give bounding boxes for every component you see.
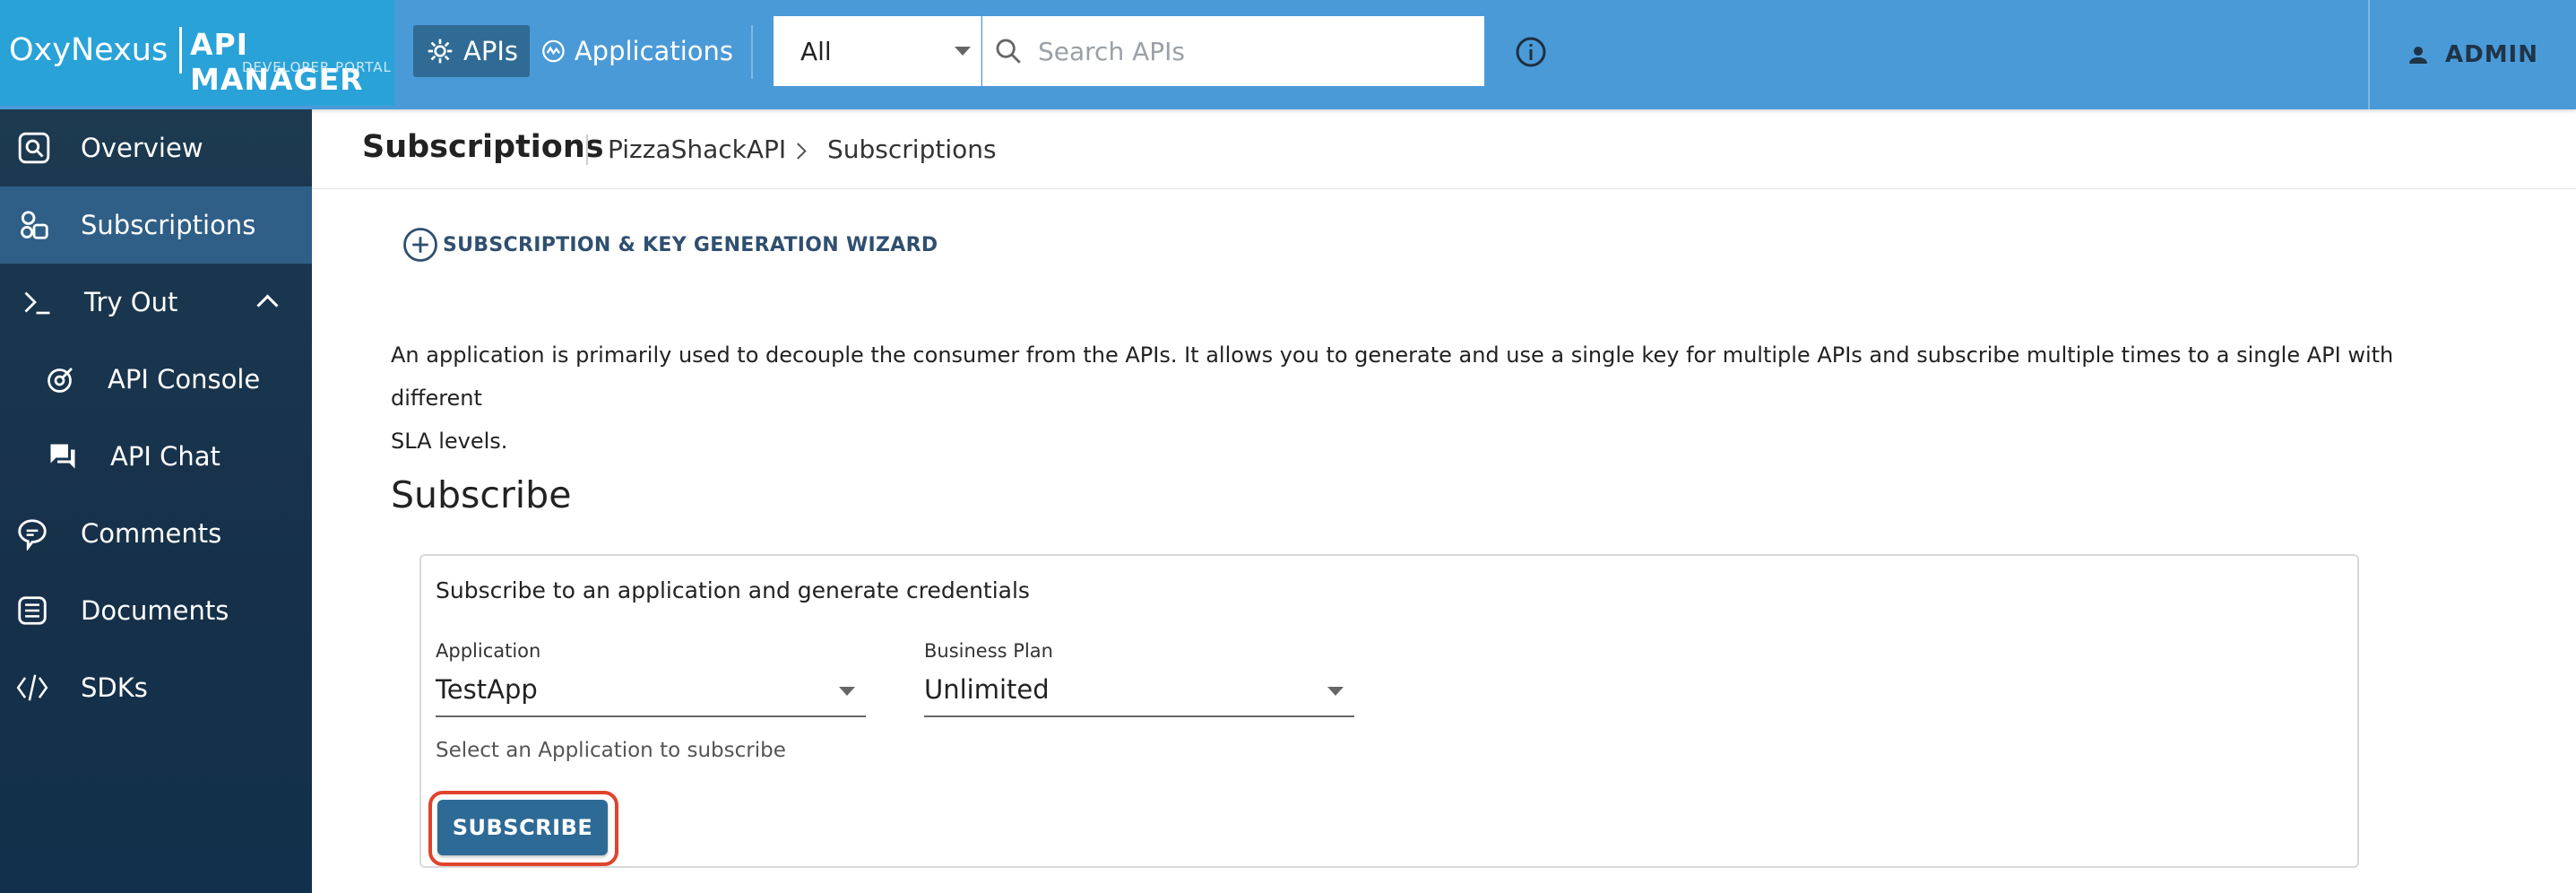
page-title: Subscriptions [362,129,604,165]
info-icon[interactable] [1515,36,1547,68]
sidebar-item-label: Comments [81,518,222,549]
top-bar: OxyNexus API MANAGER DEVELOPER PORTAL AP… [0,0,2576,109]
search-input[interactable] [1036,35,1470,67]
description: An application is primarily used to deco… [391,334,2399,463]
sidebar-item-try-out[interactable]: Try Out [0,264,312,341]
description-line: SLA levels. [391,429,508,454]
comments-icon [14,516,50,551]
user-icon [2408,47,2427,64]
wizard-label: SUBSCRIPTION & KEY GENERATION WIZARD [443,233,938,256]
console-icon [43,361,79,397]
user-menu[interactable]: ADMIN [2368,0,2576,109]
sidebar-item-label: API Console [108,364,261,394]
description-line: An application is primarily used to deco… [391,342,2394,411]
logo[interactable]: OxyNexus API MANAGER DEVELOPER PORTAL [0,0,394,106]
application-label: Application [436,640,541,662]
breadcrumb-current: Subscriptions [827,134,997,164]
search-box[interactable] [982,16,1484,86]
chat-icon [45,438,81,474]
logo-divider [179,27,182,74]
terminal-icon [20,284,56,320]
subscribe-button[interactable]: SUBSCRIBE [437,800,608,855]
sidebar-item-label: Overview [81,133,203,163]
search-icon [996,39,1021,64]
application-helper-text: Select an Application to subscribe [436,739,786,762]
business-plan-label: Business Plan [924,640,1053,662]
chevron-up-icon[interactable] [256,294,279,316]
application-select[interactable]: TestApp [436,667,866,717]
section-title: Subscribe [391,473,572,516]
sidebar: Overview Subscriptions Try Out API Conso… [0,109,312,893]
search-filter-select[interactable]: All [774,16,981,86]
page-header: Subscriptions PizzaShackAPI Subscription… [312,109,2576,189]
sidebar-item-label: Documents [81,595,229,626]
sidebar-item-subscriptions[interactable]: Subscriptions [0,186,312,264]
documents-icon [14,593,50,629]
product-subtitle: DEVELOPER PORTAL [242,59,392,75]
sidebar-item-label: API Chat [110,441,220,472]
code-icon [14,670,50,706]
gear-icon [428,39,453,64]
sidebar-item-label: Try Out [84,287,178,317]
nav-applications-label: Applications [574,36,733,66]
chevron-right-icon [790,143,807,160]
dropdown-arrow-icon [839,687,855,696]
key-generation-wizard-link[interactable]: SUBSCRIPTION & KEY GENERATION WIZARD [402,226,938,264]
nav-apis-label: APIs [463,36,518,66]
applications-icon [542,39,565,63]
card-intro: Subscribe to an application and generate… [436,577,1030,603]
user-name: ADMIN [2444,41,2538,68]
brand-name: OxyNexus [9,32,169,68]
nav-divider [751,25,753,79]
add-circle-icon [403,228,437,262]
sidebar-item-label: Subscriptions [81,210,256,240]
business-plan-select[interactable]: Unlimited [924,667,1354,717]
sidebar-item-api-console[interactable]: API Console [0,341,312,418]
sidebar-item-comments[interactable]: Comments [0,495,312,572]
sidebar-item-label: SDKs [81,672,148,703]
sidebar-item-sdks[interactable]: SDKs [0,649,312,726]
subscribe-card: Subscribe to an application and generate… [419,554,2359,868]
application-value: TestApp [436,674,538,705]
sidebar-item-overview[interactable]: Overview [0,109,312,186]
business-plan-value: Unlimited [924,674,1050,705]
breadcrumb-api[interactable]: PizzaShackAPI [608,134,786,164]
dropdown-arrow-icon [955,47,971,56]
sidebar-item-documents[interactable]: Documents [0,572,312,649]
dropdown-arrow-icon [1327,687,1344,696]
search-filter-value: All [800,36,832,66]
header-divider [586,134,588,165]
nav-applications[interactable]: Applications [541,25,733,77]
nav-apis[interactable]: APIs [413,25,530,77]
sidebar-item-api-chat[interactable]: API Chat [0,418,312,495]
overview-icon [16,130,52,166]
subscriptions-icon [16,207,52,243]
